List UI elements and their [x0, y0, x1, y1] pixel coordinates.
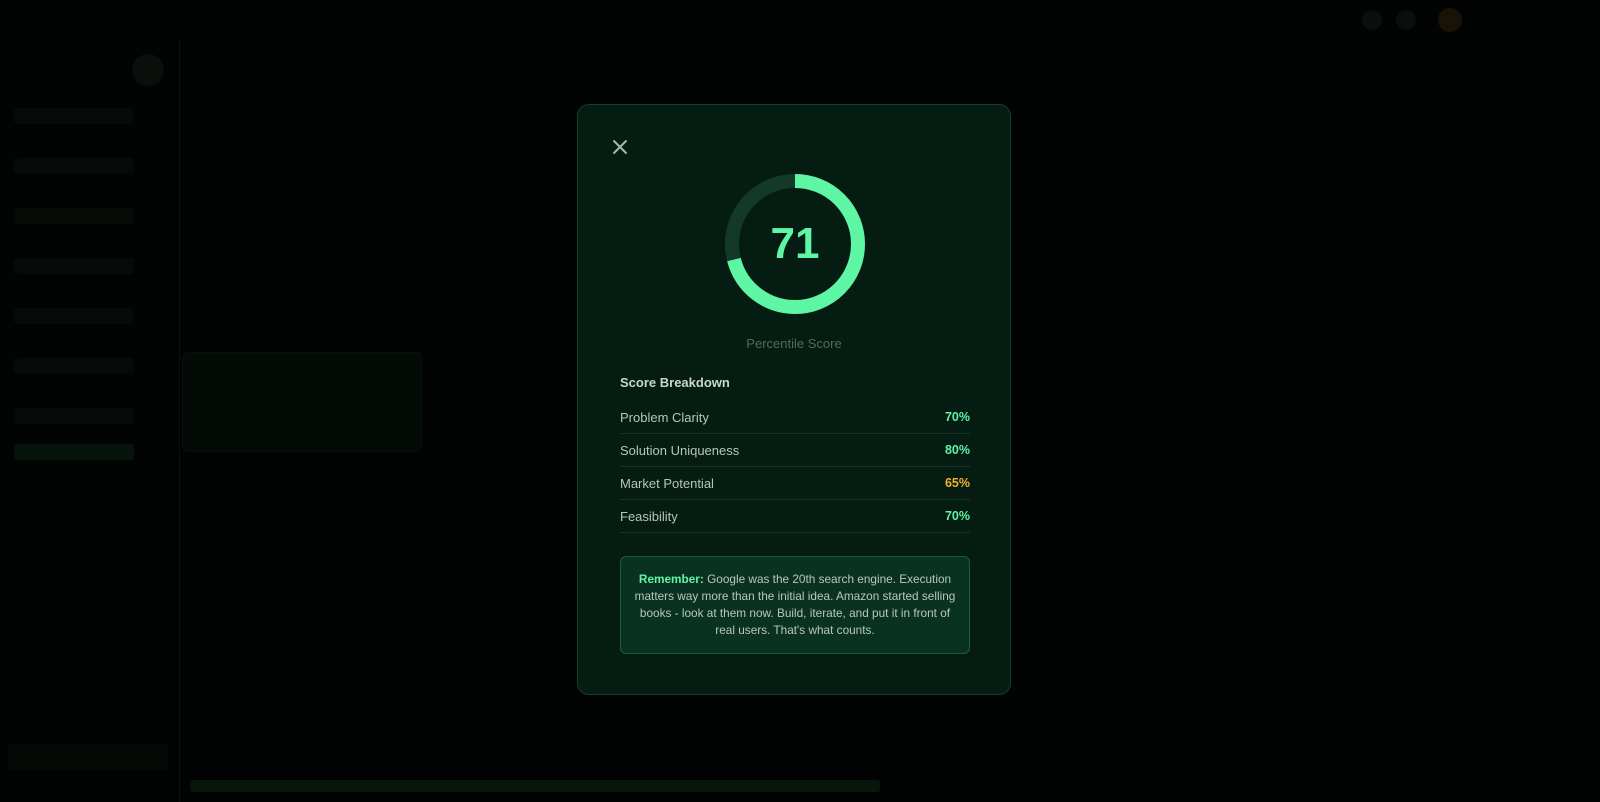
breakdown-value: 80% [944, 443, 970, 457]
background-card [182, 352, 422, 452]
breakdown-label: Feasibility [620, 508, 678, 524]
top-bar [0, 0, 1600, 40]
close-icon [613, 140, 627, 154]
sidebar-item [14, 444, 134, 460]
breakdown-label: Problem Clarity [620, 409, 709, 425]
remember-label: Remember: [638, 572, 704, 586]
breakdown-list: Problem Clarity 70% Solution Uniqueness … [620, 401, 970, 533]
sidebar [0, 40, 180, 802]
notification-icon [1362, 10, 1382, 30]
avatar [1438, 8, 1462, 32]
sidebar-item [14, 408, 134, 424]
sidebar-toggle-icon [132, 54, 164, 86]
sidebar-item [14, 208, 134, 224]
breakdown-row: Feasibility 70% [620, 500, 970, 533]
sidebar-item [14, 108, 134, 124]
score-modal: 71 Percentile Score Score Breakdown Prob… [577, 104, 1011, 695]
breakdown-title: Score Breakdown [620, 375, 730, 390]
sidebar-item [14, 358, 134, 374]
sidebar-item [14, 158, 134, 174]
breakdown-label: Market Potential [620, 475, 714, 491]
settings-icon [1396, 10, 1416, 30]
score-label: Percentile Score [746, 336, 842, 351]
breakdown-label: Solution Uniqueness [620, 442, 740, 458]
breakdown-value: 70% [944, 509, 970, 523]
breakdown-row: Problem Clarity 70% [620, 401, 970, 434]
remember-note: Remember: Google was the 20th search eng… [620, 556, 970, 654]
breakdown-row: Solution Uniqueness 80% [620, 434, 970, 467]
score-value: 71 [770, 219, 820, 268]
sidebar-footer [8, 744, 168, 770]
sidebar-item [14, 258, 134, 274]
breakdown-value: 70% [944, 410, 970, 424]
score-gauge: 71 [724, 173, 866, 315]
breakdown-row: Market Potential 65% [620, 467, 970, 500]
breakdown-value: 65% [944, 476, 970, 490]
sidebar-item [14, 308, 134, 324]
close-button[interactable] [610, 137, 630, 157]
bottom-bar [190, 780, 880, 792]
